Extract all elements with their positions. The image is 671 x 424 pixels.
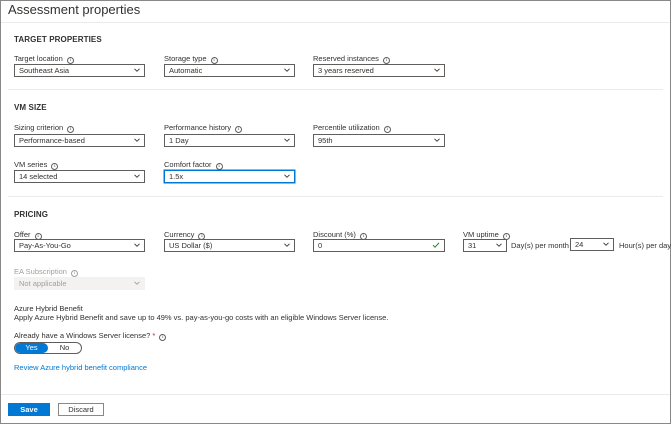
reserved-instances-label: Reserved instances i [313,54,390,64]
section-heading-target-properties: TARGET PROPERTIES [14,35,102,44]
info-icon[interactable]: i [210,57,218,64]
ea-subscription-value: Not applicable [19,279,67,288]
percentile-utilization-value: 95th [318,136,333,145]
chevron-down-icon [284,242,290,248]
ea-subscription-label-text: EA Subscription [14,267,67,276]
comfort-factor-label-text: Comfort factor [164,160,212,169]
vm-uptime-label-text: VM uptime [463,230,499,239]
vm-series-label-text: VM series [14,160,48,169]
chevron-down-icon [434,137,440,143]
reserved-instances-value: 3 years reserved [318,66,374,75]
chevron-down-icon [284,173,290,179]
hybrid-benefit-description: Apply Azure Hybrid Benefit and save up t… [14,313,389,322]
offer-value: Pay-As-You-Go [19,241,71,250]
toggle-option-no[interactable]: No [48,343,81,353]
storage-type-label-text: Storage type [164,54,207,63]
save-button[interactable]: Save [8,403,50,416]
chevron-down-icon [134,67,140,73]
review-hybrid-benefit-link[interactable]: Review Azure hybrid benefit compliance [14,363,147,372]
chevron-down-icon [284,67,290,73]
percentile-utilization-label: Percentile utilization i [313,123,391,133]
target-location-label: Target location i [14,54,74,64]
check-icon [432,241,440,252]
vm-uptime-days-suffix: Day(s) per month [511,241,569,250]
sizing-criterion-label-text: Sizing criterion [14,123,64,132]
storage-type-label: Storage type i [164,54,218,64]
target-location-label-text: Target location [14,54,63,63]
discount-label-text: Discount (%) [313,230,356,239]
discount-value: 0 [318,241,323,250]
page-title: Assessment properties [8,2,141,17]
comfort-factor-select[interactable]: 1.5x [164,170,295,183]
chevron-down-icon [134,173,140,179]
storage-type-value: Automatic [169,66,203,75]
discard-button[interactable]: Discard [58,403,104,416]
ea-subscription-label: EA Subscription i [14,267,78,277]
chevron-down-icon [496,242,502,248]
section-divider [8,89,663,90]
percentile-utilization-select[interactable]: 95th [313,134,445,147]
target-location-value: Southeast Asia [19,66,70,75]
title-divider [1,22,670,23]
sizing-criterion-label: Sizing criterion i [14,123,75,133]
vm-series-value: 14 selected [19,172,58,181]
comfort-factor-label: Comfort factor i [164,160,223,170]
vm-series-select[interactable]: 14 selected [14,170,145,183]
info-icon[interactable]: i [215,163,223,170]
performance-history-label-text: Performance history [164,123,232,132]
performance-history-value: 1 Day [169,136,189,145]
offer-select[interactable]: Pay-As-You-Go [14,239,145,252]
vm-uptime-hours-select[interactable]: 24 [570,238,614,251]
vm-uptime-hours-suffix: Hour(s) per day [619,241,671,250]
info-icon[interactable]: i [383,126,391,133]
reserved-instances-label-text: Reserved instances [313,54,379,63]
windows-license-toggle[interactable]: Yes No [14,342,82,354]
performance-history-label: Performance history i [164,123,243,133]
section-divider [8,196,663,197]
target-location-select[interactable]: Southeast Asia [14,64,145,77]
vm-uptime-hours-value: 24 [575,240,584,249]
comfort-factor-value: 1.5x [169,172,184,181]
windows-license-question: Already have a Windows Server license? * i [14,331,167,341]
chevron-down-icon [134,137,140,143]
currency-value: US Dollar ($) [169,241,213,250]
discount-input[interactable]: 0 [313,239,445,252]
section-heading-vm-size: VM SIZE [14,103,47,112]
chevron-down-icon [134,280,140,286]
footer-divider [1,394,670,395]
sizing-criterion-value: Performance-based [19,136,85,145]
section-heading-pricing: PRICING [14,210,49,219]
ea-subscription-select: Not applicable [14,277,145,290]
info-icon[interactable]: i [67,126,75,133]
info-icon[interactable]: i [382,57,390,64]
sizing-criterion-select[interactable]: Performance-based [14,134,145,147]
windows-license-question-text: Already have a Windows Server license? [14,331,151,340]
performance-history-select[interactable]: 1 Day [164,134,295,147]
currency-label-text: Currency [164,230,195,239]
vm-series-label: VM series i [14,160,59,170]
info-icon[interactable]: i [51,163,59,170]
hybrid-benefit-title: Azure Hybrid Benefit [14,304,83,313]
offer-label-text: Offer [14,230,31,239]
chevron-down-icon [603,241,609,247]
required-mark: * [152,331,156,340]
vm-uptime-days-select[interactable]: 31 [463,239,507,252]
currency-select[interactable]: US Dollar ($) [164,239,295,252]
info-icon[interactable]: i [159,334,167,341]
reserved-instances-select[interactable]: 3 years reserved [313,64,445,77]
info-icon: i [70,270,78,277]
percentile-utilization-label-text: Percentile utilization [313,123,380,132]
info-icon[interactable]: i [66,57,74,64]
toggle-option-yes[interactable]: Yes [15,343,48,353]
chevron-down-icon [284,137,290,143]
info-icon[interactable]: i [235,126,243,133]
chevron-down-icon [434,67,440,73]
storage-type-select[interactable]: Automatic [164,64,295,77]
vm-uptime-days-value: 31 [468,241,477,250]
chevron-down-icon [134,242,140,248]
